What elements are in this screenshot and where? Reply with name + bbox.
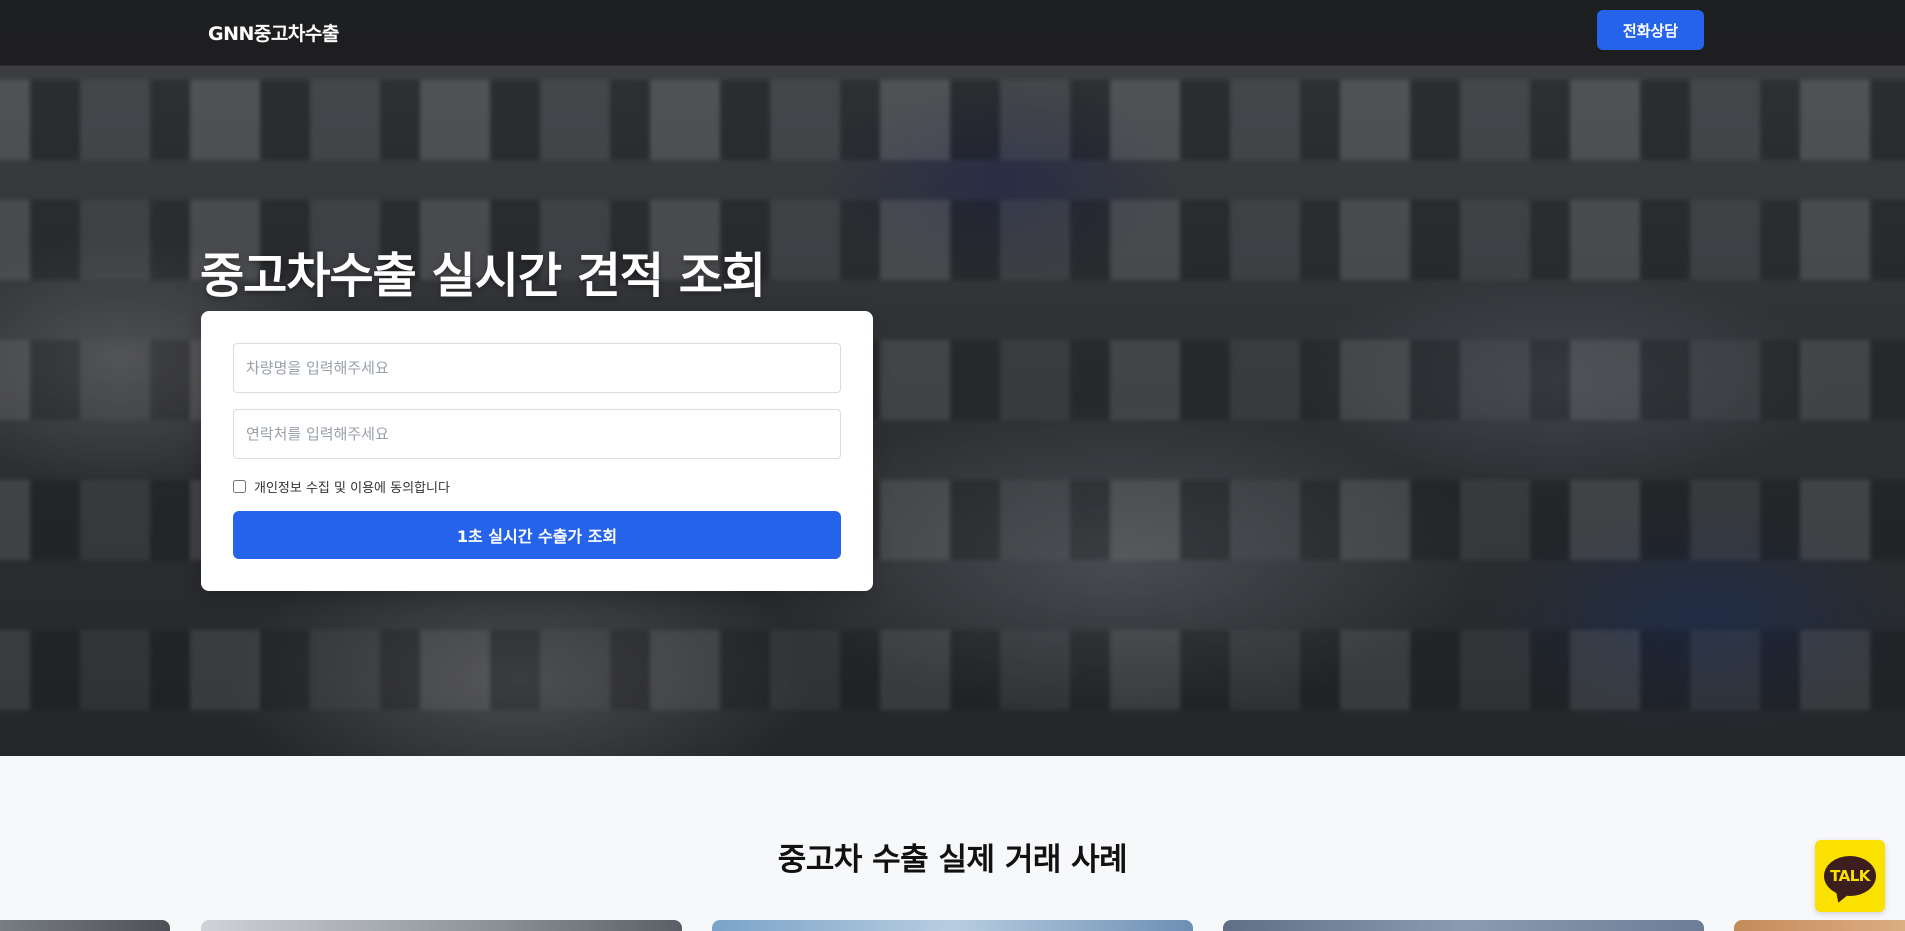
privacy-agree-row[interactable]: 개인정보 수집 및 이용에 동의합니다: [233, 477, 450, 496]
quote-form: 개인정보 수집 및 이용에 동의합니다 1초 실시간 수출가 조회: [201, 311, 873, 591]
case-card[interactable]: [712, 920, 1193, 931]
realtime-quote-button[interactable]: 1초 실시간 수출가 조회: [233, 511, 841, 559]
kakao-talk-icon: TALK: [1824, 856, 1876, 896]
privacy-agree-checkbox[interactable]: [233, 480, 246, 493]
kakao-talk-label: TALK: [1830, 867, 1870, 885]
top-header: GNN중고차수출 전화상담: [0, 0, 1905, 66]
case-card[interactable]: [1223, 920, 1704, 931]
site-logo[interactable]: GNN중고차수출: [208, 19, 339, 46]
case-card[interactable]: [1734, 920, 1905, 931]
case-card[interactable]: [0, 920, 170, 931]
phone-consult-button[interactable]: 전화상담: [1597, 10, 1704, 50]
kakao-talk-button[interactable]: TALK: [1815, 840, 1885, 912]
cases-section-title: 중고차 수출 실제 거래 사례: [777, 842, 1128, 878]
case-card[interactable]: [201, 920, 682, 931]
phone-number-input[interactable]: [233, 409, 841, 459]
privacy-agree-label: 개인정보 수집 및 이용에 동의합니다: [254, 481, 450, 496]
hero-title: 중고차수출 실시간 견적 조회: [200, 248, 766, 304]
vehicle-name-input[interactable]: [233, 343, 841, 393]
